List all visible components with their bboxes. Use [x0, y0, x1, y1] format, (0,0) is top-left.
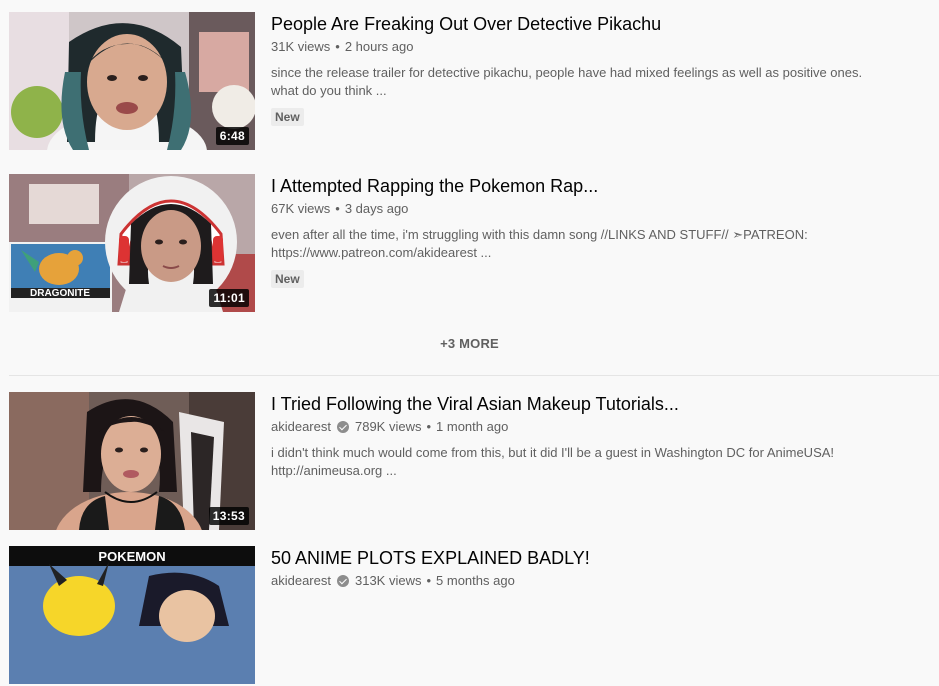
video-item[interactable]: DRAGONITE 11:01 I Attempted Rapping the …	[9, 174, 929, 314]
video-thumbnail[interactable]: 6:48	[9, 12, 255, 150]
video-item[interactable]: POKEMON 50 ANIME PLOTS EXPLAINED BADLY! …	[9, 546, 929, 686]
video-info: 50 ANIME PLOTS EXPLAINED BADLY! akideare…	[271, 546, 921, 590]
verified-check-icon	[336, 575, 349, 587]
video-thumbnail[interactable]: 13:53	[9, 392, 255, 530]
video-item[interactable]: 6:48 People Are Freaking Out Over Detect…	[9, 12, 929, 152]
meta-separator: •	[335, 201, 340, 216]
video-info: People Are Freaking Out Over Detective P…	[271, 12, 921, 126]
section-divider	[9, 375, 939, 376]
upload-age: 1 month ago	[436, 419, 509, 434]
video-title[interactable]: I Tried Following the Viral Asian Makeup…	[271, 392, 921, 416]
view-count: 789K views	[354, 419, 422, 434]
meta-separator: •	[426, 419, 432, 434]
view-count: 67K views	[271, 201, 331, 216]
show-more-button[interactable]: +3 MORE	[0, 336, 939, 351]
video-title[interactable]: 50 ANIME PLOTS EXPLAINED BADLY!	[271, 546, 921, 570]
video-item[interactable]: 13:53 I Tried Following the Viral Asian …	[9, 392, 929, 532]
upload-age: 5 months ago	[436, 573, 515, 588]
channel-name[interactable]: akidearest	[271, 572, 331, 590]
video-info: I Attempted Rapping the Pokemon Rap... 6…	[271, 174, 921, 288]
video-duration: 11:01	[209, 289, 249, 307]
video-thumbnail[interactable]: DRAGONITE 11:01	[9, 174, 255, 312]
meta-separator: •	[426, 573, 432, 588]
new-badge: New	[271, 270, 304, 288]
verified-check-icon	[336, 421, 349, 433]
view-count: 31K views	[271, 39, 331, 54]
upload-age: 2 hours ago	[344, 39, 414, 54]
video-title[interactable]: People Are Freaking Out Over Detective P…	[271, 12, 921, 36]
thumbnail-caption: POKEMON	[98, 549, 165, 564]
video-meta: akidearest 789K views • 1 month ago	[271, 418, 921, 436]
video-duration: 13:53	[208, 507, 249, 525]
video-description: even after all the time, i'm struggling …	[271, 227, 808, 260]
thumbnail-caption: DRAGONITE	[30, 288, 90, 299]
video-info: I Tried Following the Viral Asian Makeup…	[271, 392, 921, 480]
meta-separator: •	[335, 39, 340, 54]
video-description: since the release trailer for detective …	[271, 65, 863, 98]
video-thumbnail[interactable]: POKEMON	[9, 546, 255, 684]
video-meta: 31K views • 2 hours ago	[271, 38, 921, 56]
channel-name[interactable]: akidearest	[271, 418, 331, 436]
thumbnail-image: POKEMON	[9, 546, 255, 684]
new-badge: New	[271, 108, 304, 126]
video-duration: 6:48	[215, 127, 249, 145]
video-title[interactable]: I Attempted Rapping the Pokemon Rap...	[271, 174, 921, 198]
view-count: 313K views	[354, 573, 422, 588]
video-meta: akidearest 313K views • 5 months ago	[271, 572, 921, 590]
video-meta: 67K views • 3 days ago	[271, 200, 921, 218]
upload-age: 3 days ago	[344, 201, 409, 216]
video-description: i didn't think much would come from this…	[271, 445, 835, 478]
